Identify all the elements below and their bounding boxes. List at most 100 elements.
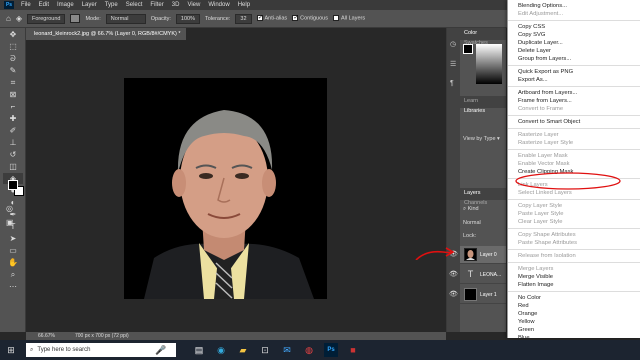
menu-filter[interactable]: Filter <box>146 2 167 8</box>
canvas-image[interactable] <box>124 78 327 299</box>
menu-item-merge-visible[interactable]: Merge Visible <box>508 273 640 281</box>
properties-panel-icon[interactable]: ☰ <box>450 60 457 68</box>
photoshop-taskbar-icon[interactable]: Ps <box>324 343 338 357</box>
microphone-icon[interactable]: 🎤 <box>154 343 168 357</box>
view-by-type-select[interactable]: View by Type ▾ <box>463 136 500 142</box>
menu-item-convert-to-smart-object[interactable]: Convert to Smart Object <box>508 118 640 126</box>
edge-browser-icon[interactable]: ◉ <box>214 343 228 357</box>
menu-3d[interactable]: 3D <box>168 2 184 8</box>
contiguous-checkbox[interactable]: Contiguous <box>292 15 328 22</box>
menu-item-red[interactable]: Red <box>508 302 640 310</box>
quick-mask-icon[interactable]: ◎ <box>6 204 13 213</box>
layer-name[interactable]: Layer 1 <box>480 292 497 298</box>
file-explorer-icon[interactable]: ▰ <box>236 343 250 357</box>
hand-tool-icon[interactable]: ✋ <box>3 257 23 268</box>
eye-icon[interactable]: 👁 <box>449 290 458 298</box>
menu-item-blending-options[interactable]: Blending Options... <box>508 2 640 10</box>
menu-view[interactable]: View <box>183 2 204 8</box>
crop-tool-icon[interactable]: ⌗ <box>3 77 23 88</box>
menu-help[interactable]: Help <box>234 2 254 8</box>
windows-start-icon[interactable]: ⊞ <box>4 343 18 357</box>
lasso-tool-icon[interactable]: ᘐ <box>3 53 23 64</box>
app-icon[interactable]: ■ <box>346 343 360 357</box>
menu-item-duplicate-layer[interactable]: Duplicate Layer... <box>508 39 640 47</box>
menu-item-group-from-layers[interactable]: Group from Layers... <box>508 55 640 63</box>
menu-item-quick-export-as-png[interactable]: Quick Export as PNG <box>508 68 640 76</box>
more-tools-icon[interactable]: ⋯ <box>3 281 23 292</box>
color-swatch-pair[interactable] <box>463 44 473 54</box>
tab-layers[interactable]: Layers <box>460 188 485 198</box>
all-layers-checkbox[interactable]: All Layers <box>332 15 365 22</box>
menu-window[interactable]: Window <box>204 2 233 8</box>
menu-item-orange[interactable]: Orange <box>508 310 640 318</box>
menu-item-frame-from-layers[interactable]: Frame from Layers... <box>508 97 640 105</box>
clone-stamp-tool-icon[interactable]: ⊥ <box>3 137 23 148</box>
menu-item-flatten-image[interactable]: Flatten Image <box>508 281 640 289</box>
opacity-input[interactable]: 100% <box>175 13 200 24</box>
menu-item-no-color[interactable]: No Color <box>508 294 640 302</box>
blend-mode-select[interactable]: Normal <box>463 220 481 226</box>
eye-icon[interactable]: 👁 <box>449 270 458 278</box>
menu-group: Release from Isolation <box>508 250 640 263</box>
healing-brush-tool-icon[interactable]: ✚ <box>3 113 23 124</box>
layer-row-1[interactable]: T LEONA... <box>460 266 506 284</box>
frame-tool-icon[interactable]: ⊠ <box>3 89 23 100</box>
pattern-swatch-icon[interactable] <box>70 14 81 23</box>
layer-row-2[interactable]: Layer 1 <box>460 286 506 304</box>
mode-label: Mode: <box>85 15 101 22</box>
tab-color[interactable]: Color <box>460 28 481 38</box>
menu-item-copy-svg[interactable]: Copy SVG <box>508 31 640 39</box>
tab-learn[interactable]: Learn <box>460 96 482 106</box>
anti-alias-checkbox[interactable]: Anti-alias <box>256 15 287 22</box>
menu-layer[interactable]: Layer <box>78 2 101 8</box>
menu-edit[interactable]: Edit <box>35 2 53 8</box>
store-icon[interactable]: ⊡ <box>258 343 272 357</box>
layer-name[interactable]: Layer 0 <box>480 252 497 258</box>
tab-libraries[interactable]: Libraries <box>460 106 489 116</box>
layer-thumbnail <box>464 288 477 301</box>
chrome-icon[interactable]: ◍ <box>302 343 316 357</box>
document-tab[interactable]: leonard_kleinrock2.jpg @ 66.7% (Layer 0,… <box>26 28 186 49</box>
menu-item-export-as[interactable]: Export As... <box>508 76 640 84</box>
layer-filter[interactable]: ⌕ Kind <box>463 206 479 213</box>
eraser-tool-icon[interactable]: ◫ <box>3 161 23 172</box>
home-icon[interactable]: ⌂ <box>6 14 11 23</box>
history-panel-icon[interactable]: ◷ <box>450 40 457 48</box>
path-select-tool-icon[interactable]: ➤ <box>3 233 23 244</box>
marquee-tool-icon[interactable]: ⬚ <box>3 41 23 52</box>
move-tool-icon[interactable]: ✥ <box>3 29 23 40</box>
history-brush-tool-icon[interactable]: ↺ <box>3 149 23 160</box>
menu-item-paste-layer-style: Paste Layer Style <box>518 211 564 217</box>
tolerance-input[interactable]: 32 <box>235 13 252 24</box>
zoom-tool-icon[interactable]: ⌕ <box>3 269 23 280</box>
menu-item-yellow[interactable]: Yellow <box>508 318 640 326</box>
menu-item-artboard-from-layers[interactable]: Artboard from Layers... <box>508 89 640 97</box>
kind-label: Kind <box>467 206 479 212</box>
paragraph-panel-icon[interactable]: ¶ <box>450 80 457 87</box>
menu-item-create-clipping-mask[interactable]: Create Clipping Mask <box>508 168 640 176</box>
eye-icon[interactable]: 👁 <box>449 250 458 258</box>
layer-row-0[interactable]: Layer 0 <box>460 246 506 264</box>
brush-tool-icon[interactable]: ✐ <box>3 125 23 136</box>
paint-bucket-icon[interactable]: ◈ <box>16 14 22 23</box>
foreground-color-swatch[interactable] <box>8 180 18 190</box>
menu-item-copy-css[interactable]: Copy CSS <box>508 23 640 31</box>
menu-type[interactable]: Type <box>101 2 122 8</box>
layer-name[interactable]: LEONA... <box>480 272 501 278</box>
menu-image[interactable]: Image <box>53 2 78 8</box>
color-picker-field[interactable] <box>476 44 502 84</box>
menu-select[interactable]: Select <box>122 2 147 8</box>
mail-icon[interactable]: ✉ <box>280 343 294 357</box>
screen-mode-icon[interactable]: ▣ <box>6 218 14 227</box>
eyedropper-tool-icon[interactable]: ⌐ <box>3 101 23 112</box>
fill-source-select[interactable]: Foreground <box>27 13 66 24</box>
menu-item-green[interactable]: Green <box>508 326 640 334</box>
menu-file[interactable]: File <box>17 2 35 8</box>
mode-select[interactable]: Normal <box>105 13 146 24</box>
shape-tool-icon[interactable]: ▭ <box>3 245 23 256</box>
quick-select-tool-icon[interactable]: ✎ <box>3 65 23 76</box>
task-view-icon[interactable]: ▤ <box>192 343 206 357</box>
menu-item-delete-layer[interactable]: Delete Layer <box>508 47 640 55</box>
zoom-level[interactable]: 66.67% <box>38 333 55 339</box>
menu-item-blue[interactable]: Blue <box>508 334 640 338</box>
